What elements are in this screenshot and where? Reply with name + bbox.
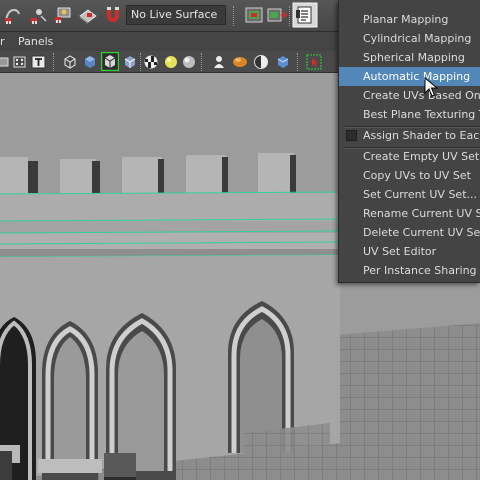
- render-icon[interactable]: [266, 4, 288, 26]
- construction-history-icon[interactable]: [243, 4, 265, 26]
- sphere-icon[interactable]: [181, 54, 197, 70]
- menu-item-spherical-mapping[interactable]: Spherical Mapping: [339, 48, 480, 67]
- checkbox-icon[interactable]: [346, 130, 357, 141]
- select-highlight-icon[interactable]: [306, 54, 322, 70]
- camera-attr-icon[interactable]: [0, 54, 12, 70]
- menu-item-uv-set-editor[interactable]: UV Set Editor: [339, 242, 480, 261]
- half-shade-icon[interactable]: [253, 54, 269, 70]
- menu-item-assign-shader-label: Assign Shader to Each Pr: [363, 129, 480, 142]
- menu-renderer[interactable]: r: [0, 35, 5, 48]
- checker-icon[interactable]: [143, 54, 159, 70]
- uv-mapping-menu: Planar Mapping Cylindrical Mapping Spher…: [338, 0, 480, 283]
- menu-panels[interactable]: Panels: [18, 35, 53, 48]
- snap-view-icon[interactable]: [52, 4, 74, 26]
- toolbar-divider: [297, 53, 299, 71]
- shadows-icon[interactable]: [232, 54, 248, 70]
- menu-item-set-current-uv-set[interactable]: Set Current UV Set...: [339, 185, 480, 204]
- menu-item-best-plane-texturing-tool[interactable]: Best Plane Texturing Too: [339, 105, 480, 124]
- magnet-icon[interactable]: [102, 4, 124, 26]
- menu-item-create-empty-uv-set[interactable]: Create Empty UV Set: [339, 147, 480, 166]
- snap-point-icon[interactable]: [27, 4, 49, 26]
- menu-item-copy-uvs-to-uv-set[interactable]: Copy UVs to UV Set: [339, 166, 480, 185]
- torso-icon[interactable]: [211, 54, 227, 70]
- cube-icon[interactable]: [275, 54, 291, 70]
- menu-item-per-instance-sharing[interactable]: Per Instance Sharing: [339, 261, 480, 280]
- menu-item-planar-mapping[interactable]: Planar Mapping: [339, 10, 480, 29]
- xray-icon[interactable]: [122, 54, 138, 70]
- toolbar-divider: [140, 53, 142, 71]
- smooth-shade-icon[interactable]: [82, 54, 98, 70]
- bookmark-icon[interactable]: [12, 54, 28, 70]
- menu-item-automatic-mapping[interactable]: Automatic Mapping: [339, 67, 480, 86]
- snap-curve-icon[interactable]: [2, 4, 24, 26]
- wireframe-on-shaded-icon[interactable]: [101, 52, 119, 71]
- menu-item-create-uvs-based-on-camera[interactable]: Create UVs Based On Ca: [339, 86, 480, 105]
- make-live-icon[interactable]: [77, 4, 99, 26]
- menu-item-delete-current-uv-set[interactable]: Delete Current UV Set: [339, 223, 480, 242]
- toolbar-divider: [233, 6, 235, 26]
- sidebar-toggle-icon[interactable]: [292, 2, 318, 28]
- toolbar-divider: [53, 53, 55, 71]
- wireframe-icon[interactable]: [62, 54, 78, 70]
- toolbar-divider: [201, 53, 203, 71]
- menu-item-rename-current-uv-set[interactable]: Rename Current UV Set...: [339, 204, 480, 223]
- toolbar-divider: [289, 6, 291, 26]
- mouse-cursor-icon: [424, 77, 438, 97]
- menu-item-assign-shader[interactable]: Assign Shader to Each Pr: [339, 126, 480, 145]
- menu-item-cylindrical-mapping[interactable]: Cylindrical Mapping: [339, 29, 480, 48]
- live-surface-field[interactable]: No Live Surface: [126, 5, 226, 25]
- text-icon[interactable]: [31, 54, 47, 70]
- default-light-icon[interactable]: [163, 54, 179, 70]
